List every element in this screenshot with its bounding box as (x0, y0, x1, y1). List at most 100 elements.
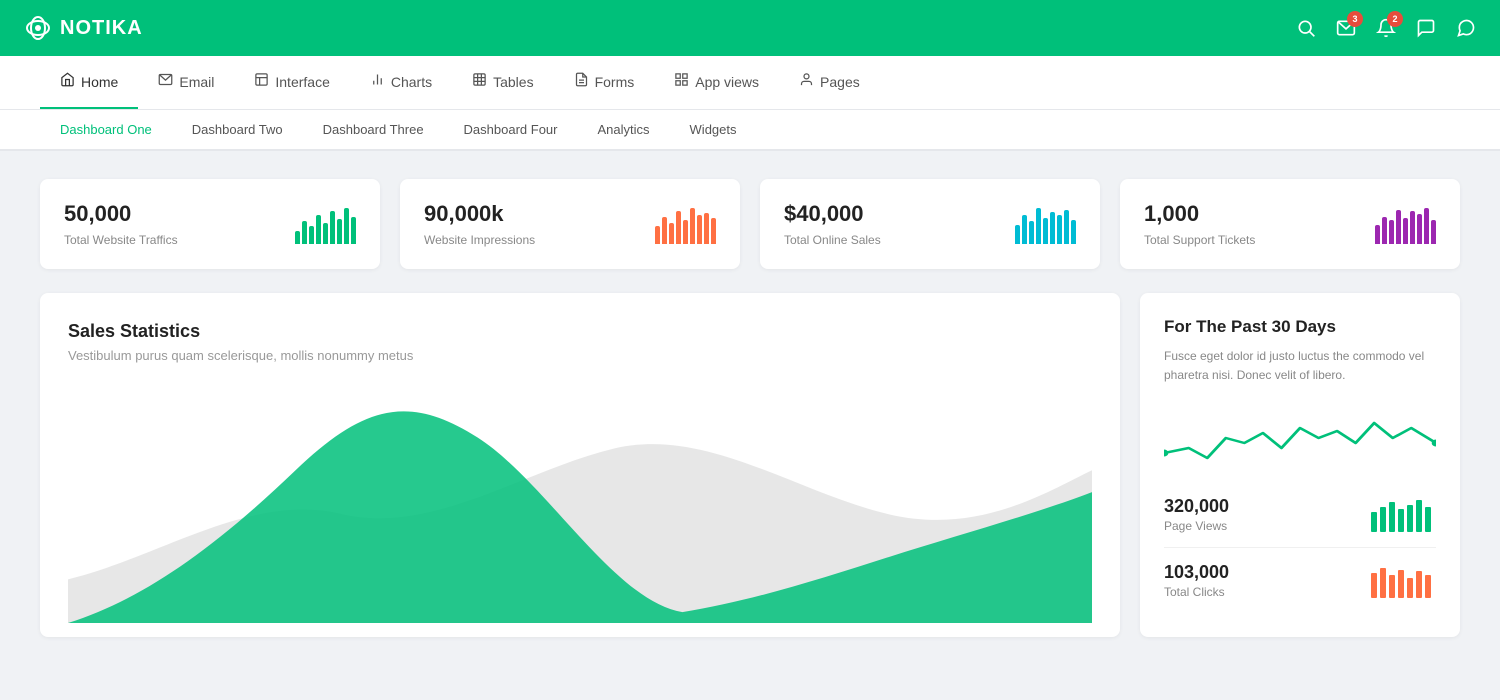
email-icon-button[interactable]: 3 (1336, 18, 1356, 38)
search-icon-button[interactable] (1296, 18, 1316, 38)
tab-home[interactable]: Home (40, 56, 138, 109)
bar (1064, 210, 1069, 244)
bar (351, 217, 356, 244)
subnav-dashboard-four[interactable]: Dashboard Four (444, 110, 578, 149)
tab-forms[interactable]: Forms (554, 56, 655, 109)
bar (323, 223, 328, 244)
forms-icon (574, 72, 589, 91)
bar (295, 231, 300, 244)
sales-subtitle: Vestibulum purus quam scelerisque, molli… (68, 348, 1092, 363)
bar (704, 213, 709, 244)
bar (302, 221, 307, 244)
tab-appviews[interactable]: App views (654, 56, 779, 109)
stat-card-2: $40,000 Total Online Sales (760, 179, 1100, 269)
bar (1424, 208, 1429, 244)
tab-appviews-label: App views (695, 74, 759, 90)
tab-home-label: Home (81, 74, 118, 90)
stat-card-0: 50,000 Total Website Traffics (40, 179, 380, 269)
clicks-label: Total Clicks (1164, 585, 1229, 599)
stat-chart (1015, 204, 1076, 244)
bar (1431, 220, 1436, 244)
sales-card: Sales Statistics Vestibulum purus quam s… (40, 293, 1120, 637)
bar (1029, 221, 1034, 244)
subnav: Dashboard One Dashboard Two Dashboard Th… (0, 110, 1500, 151)
mini-chart (1164, 403, 1436, 473)
tab-email[interactable]: Email (138, 56, 234, 109)
stat-label: Website Impressions (424, 233, 535, 247)
tab-tables-label: Tables (493, 74, 533, 90)
main-content: 50,000 Total Website Traffics 90,000k We… (0, 151, 1500, 665)
tab-pages[interactable]: Pages (779, 56, 880, 109)
tab-pages-label: Pages (820, 74, 860, 90)
bar (1417, 214, 1422, 244)
side-card: For The Past 30 Days Fusce eget dolor id… (1140, 293, 1460, 637)
bar (1015, 225, 1020, 244)
stats-row: 50,000 Total Website Traffics 90,000k We… (40, 179, 1460, 269)
subnav-analytics[interactable]: Analytics (578, 110, 670, 149)
tables-icon (472, 72, 487, 91)
bar (1396, 210, 1401, 244)
home-icon (60, 72, 75, 91)
bar (662, 217, 667, 244)
nav-tabs: Home Email Interface Charts Tables (40, 56, 1460, 109)
clicks-value: 103,000 (1164, 562, 1229, 583)
tab-tables[interactable]: Tables (452, 56, 553, 109)
pageviews-value: 320,000 (1164, 496, 1229, 517)
topbar: NOTIKA 3 2 (0, 0, 1500, 56)
bar (337, 219, 342, 244)
bar (309, 226, 314, 244)
bar (683, 220, 688, 244)
stat-chart (1375, 204, 1436, 244)
bar (1071, 220, 1076, 244)
stat-divider (1164, 547, 1436, 548)
sales-title: Sales Statistics (68, 321, 1092, 342)
stat-info: 90,000k Website Impressions (424, 201, 535, 247)
bar (1389, 220, 1394, 244)
stat-chart (295, 204, 356, 244)
tab-interface[interactable]: Interface (234, 56, 349, 109)
stat-card-1: 90,000k Website Impressions (400, 179, 740, 269)
bottom-row: Sales Statistics Vestibulum purus quam s… (40, 293, 1460, 637)
bar (676, 211, 681, 244)
bar (690, 208, 695, 244)
bar (669, 223, 674, 244)
appviews-icon (674, 72, 689, 91)
bar (330, 211, 335, 244)
message-icon-button[interactable] (1456, 18, 1476, 38)
pageviews-label: Page Views (1164, 519, 1229, 533)
pages-icon (799, 72, 814, 91)
interface-icon (254, 72, 269, 91)
chat-icon-button[interactable] (1416, 18, 1436, 38)
bar (1043, 218, 1048, 244)
tab-interface-label: Interface (275, 74, 329, 90)
subnav-dashboard-one[interactable]: Dashboard One (40, 110, 172, 149)
bar (711, 218, 716, 244)
stat-label: Total Online Sales (784, 233, 881, 247)
stat-value: 1,000 (1144, 201, 1255, 227)
bell-icon-button[interactable]: 2 (1376, 18, 1396, 38)
stat-info: 1,000 Total Support Tickets (1144, 201, 1255, 247)
brand-name: NOTIKA (60, 17, 143, 40)
bar (697, 215, 702, 244)
bar (1382, 217, 1387, 244)
bar (316, 215, 321, 244)
bar (344, 208, 349, 244)
bar (1403, 218, 1408, 244)
subnav-widgets[interactable]: Widgets (670, 110, 757, 149)
topbar-icons: 3 2 (1296, 18, 1476, 38)
stat-card-3: 1,000 Total Support Tickets (1120, 179, 1460, 269)
subnav-dashboard-two[interactable]: Dashboard Two (172, 110, 303, 149)
side-title: For The Past 30 Days (1164, 317, 1436, 337)
stat-value: $40,000 (784, 201, 881, 227)
tab-forms-label: Forms (595, 74, 635, 90)
pageviews-bar-chart (1371, 497, 1436, 532)
side-desc: Fusce eget dolor id justo luctus the com… (1164, 347, 1436, 385)
brand-logo[interactable]: NOTIKA (24, 14, 143, 42)
tab-charts[interactable]: Charts (350, 56, 452, 109)
email-nav-icon (158, 72, 173, 91)
bar (1036, 208, 1041, 244)
subnav-dashboard-three[interactable]: Dashboard Three (303, 110, 444, 149)
charts-icon (370, 72, 385, 91)
stat-chart (655, 204, 716, 244)
bar (655, 226, 660, 244)
